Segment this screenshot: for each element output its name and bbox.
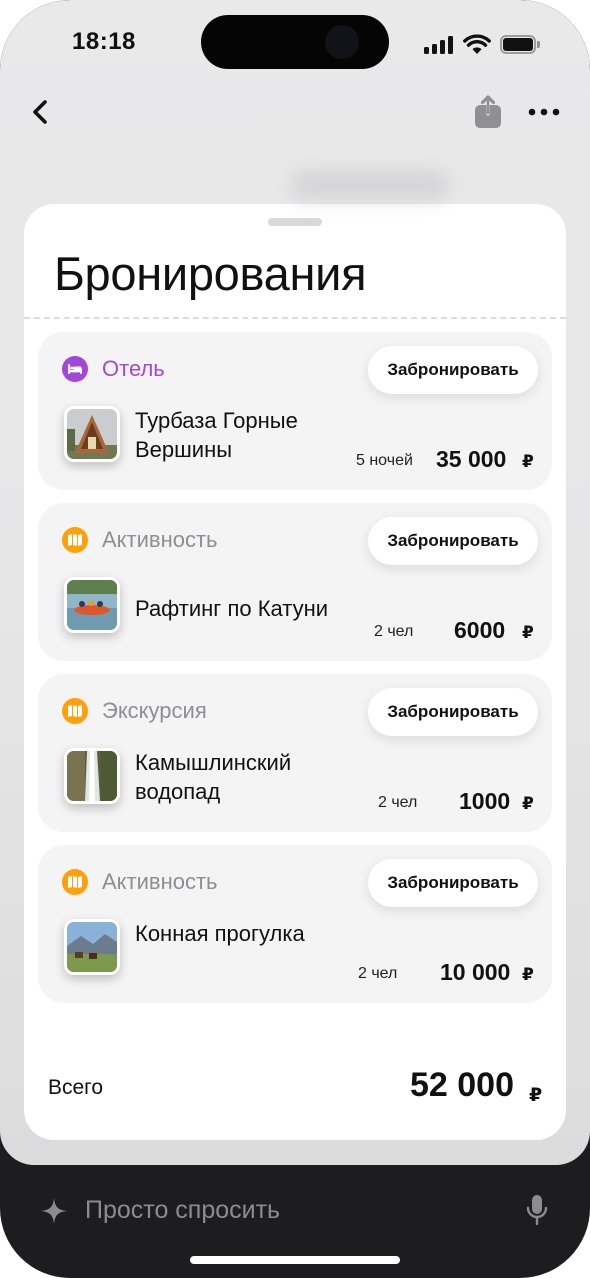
total-value: 52 000 <box>410 1066 514 1104</box>
item-name: Камышлинский водопад <box>135 750 292 804</box>
bed-icon <box>62 356 88 382</box>
category-label: Активность <box>102 527 218 552</box>
battery-icon <box>500 35 540 54</box>
dashed-divider <box>24 317 566 319</box>
booking-card-activity: Активность Забронировать Рафтинг по Кату… <box>38 503 552 661</box>
item-price: 1000 <box>459 788 511 814</box>
waterfall-thumbnail <box>64 748 120 804</box>
sparkle-icon <box>41 1198 67 1224</box>
book-button[interactable]: Забронировать <box>368 517 538 565</box>
microphone-icon[interactable] <box>526 1194 548 1226</box>
bookings-sheet: Бронирования Отель Забронировать Турбаза… <box>24 204 566 1140</box>
item-quantity: 2 чел <box>378 794 418 811</box>
map-icon <box>62 527 88 553</box>
page-title: Бронирования <box>54 247 367 300</box>
share-icon[interactable] <box>472 94 504 130</box>
item-quantity: 2 чел <box>374 623 414 640</box>
category-label: Экскурсия <box>102 698 207 723</box>
phone-frame: 18:18 Бронирования Отель Забронировать Т… <box>0 0 590 1278</box>
item-price: 6000 <box>454 617 506 643</box>
currency-sign: ₽ <box>529 1085 543 1106</box>
book-button[interactable]: Забронировать <box>368 346 538 394</box>
booking-card-activity: Активность Забронировать Конная прогулка… <box>38 845 552 1003</box>
item-quantity: 2 чел <box>358 965 398 982</box>
item-quantity: 5 ночей <box>356 452 413 469</box>
home-indicator[interactable] <box>190 1256 400 1264</box>
currency-sign: ₽ <box>522 452 534 471</box>
total-label: Всего <box>48 1076 104 1099</box>
status-time: 18:18 <box>72 28 136 55</box>
sheet-grabber[interactable] <box>268 218 322 226</box>
item-price: 35 000 <box>436 446 507 472</box>
item-name: Конная прогулка <box>135 921 305 946</box>
wifi-icon <box>463 34 491 54</box>
category-label: Активность <box>102 869 218 894</box>
category-label: Отель <box>102 356 165 381</box>
rafting-thumbnail <box>64 577 120 633</box>
currency-sign: ₽ <box>522 623 534 642</box>
currency-sign: ₽ <box>522 965 534 984</box>
booking-card-excursion: Экскурсия Забронировать Камышлинский вод… <box>38 674 552 832</box>
item-name: Рафтинг по Катуни <box>135 596 329 621</box>
hotel-thumbnail <box>64 406 120 462</box>
horse-ride-thumbnail <box>64 919 120 975</box>
item-price: 10 000 <box>440 959 511 985</box>
app-screen: 18:18 Бронирования Отель Забронировать Т… <box>0 0 590 1165</box>
map-icon <box>62 698 88 724</box>
more-icon[interactable] <box>526 100 562 124</box>
booking-card-hotel: Отель Забронировать Турбаза Горные Верши… <box>38 332 552 490</box>
book-button[interactable]: Забронировать <box>368 688 538 736</box>
chevron-left-icon[interactable] <box>24 94 60 130</box>
item-name: Турбаза Горные Вершины <box>135 408 298 462</box>
currency-sign: ₽ <box>522 794 534 813</box>
map-icon <box>62 869 88 895</box>
ask-input[interactable]: Просто спросить <box>85 1196 280 1225</box>
book-button[interactable]: Забронировать <box>368 859 538 907</box>
signal-icon <box>424 36 454 54</box>
dynamic-island <box>201 15 389 69</box>
